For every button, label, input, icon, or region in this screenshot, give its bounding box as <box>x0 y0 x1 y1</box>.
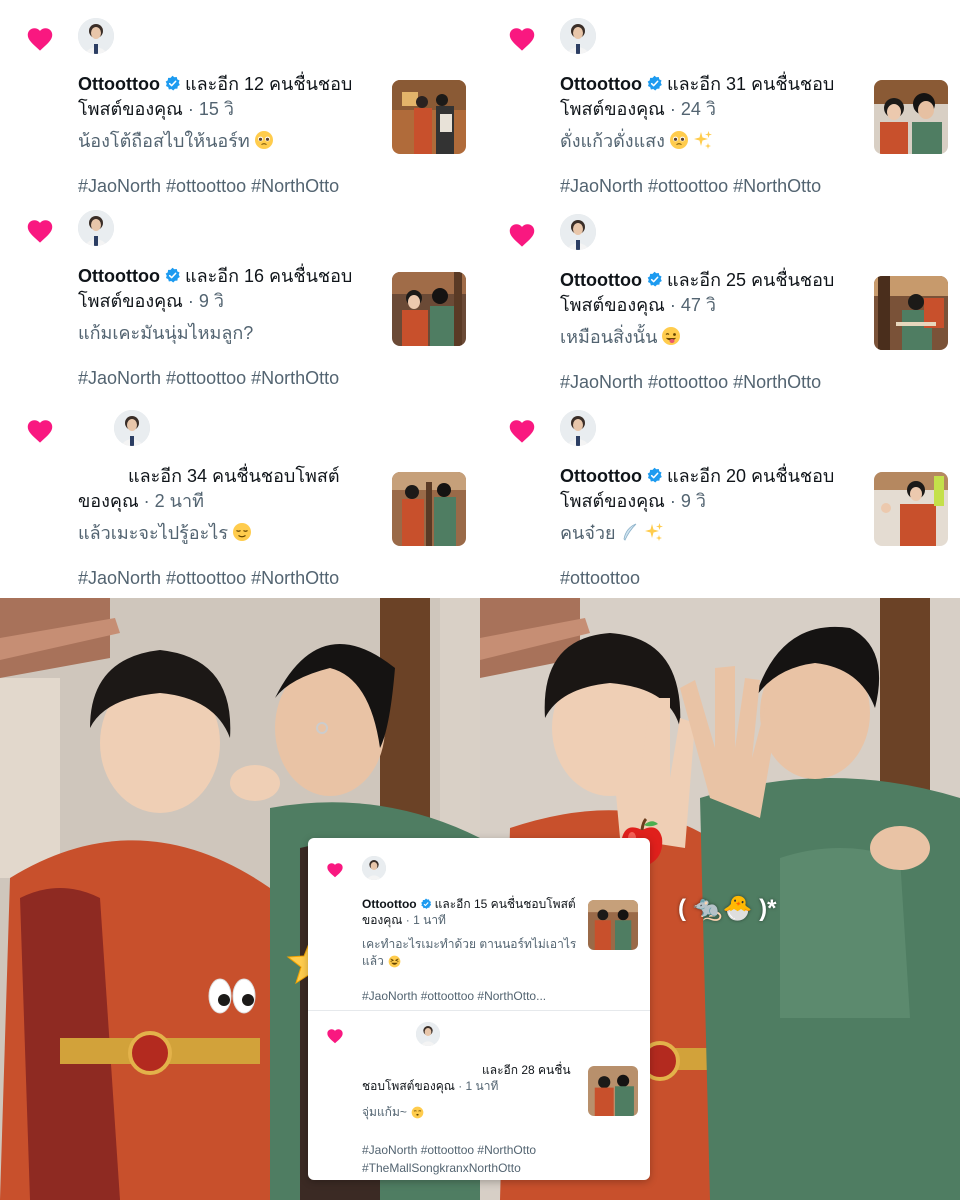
verified-badge-icon <box>647 75 662 91</box>
avatar[interactable] <box>78 18 114 54</box>
post-content: คนจ๋วย <box>560 520 844 546</box>
post-text: แก้มเคะมันนุ่มไหมลูก? <box>78 323 254 343</box>
user-name[interactable]: Ottoottoo <box>362 897 417 911</box>
hashtags[interactable]: #JaoNorth #ottoottoo #NorthOtto <box>78 368 460 389</box>
sparkles-icon <box>644 523 663 541</box>
heart-icon <box>509 28 535 51</box>
post-thumbnail[interactable] <box>588 1066 638 1116</box>
kissing-face-icon <box>411 1106 424 1119</box>
sparkles-icon <box>693 131 712 149</box>
notification-text: Ottoottoo และอีก 25 คนชื่นชอบโพสต์ของคุณ … <box>560 268 844 318</box>
notification-item[interactable]: และอีก 34 คนชื่นชอบโพสต์ของคุณ · 2 นาที … <box>0 392 480 589</box>
post-text: แล้วเมะจะไปรู้อะไร <box>78 523 228 543</box>
winking-tongue-icon <box>662 327 681 345</box>
hashtags[interactable]: #JaoNorth #ottoottoo #NorthOtto... <box>362 988 640 1005</box>
feather-icon <box>623 523 636 541</box>
relieved-face-icon <box>233 523 251 541</box>
hashtags[interactable]: #JaoNorth #ottoottoo #NorthOtto <box>78 568 460 589</box>
timestamp: · 15 วิ <box>182 99 234 119</box>
notification-item[interactable]: Ottoottoo และอีก 12 คนชื่นชอบโพสต์ของคุณ … <box>0 0 480 196</box>
timestamp: · 9 วิ <box>182 291 224 311</box>
post-content: ดั่งแก้วดั่งแสง <box>560 128 844 154</box>
timestamp: · 24 วิ <box>664 99 716 119</box>
post-content: แก้มเคะมันนุ่มไหมลูก? <box>78 320 362 346</box>
post-content: เคะทำอะไรเมะทำด้วย ตานนอร์ทไม่เอาไรแล้ว <box>362 936 586 970</box>
post-text: คนจ๋วย <box>560 523 616 543</box>
notification-item[interactable]: Ottoottoo และอีก 25 คนชื่นชอบโพสต์ของคุณ … <box>482 196 960 393</box>
avatar[interactable] <box>362 856 386 880</box>
post-thumbnail[interactable] <box>874 472 948 546</box>
like-text: และอีก 34 คนชื่นชอบโพสต์ของคุณ <box>78 466 340 511</box>
hashtags[interactable]: #JaoNorth #ottoottoo #NorthOtto <box>560 372 942 393</box>
timestamp: · 47 วิ <box>664 295 716 315</box>
post-content: เหมือนสิ่งนั้น <box>560 324 844 350</box>
timestamp: · 1 นาที <box>454 1079 499 1093</box>
heart-icon <box>509 224 535 247</box>
overlay-notification-card: Ottoottoo และอีก 15 คนชื่นชอบโพสต์ของคุณ … <box>308 838 650 1180</box>
post-content: น้องโต้ถือสไบให้นอร์ท <box>78 128 362 154</box>
avatar[interactable] <box>560 410 596 446</box>
hashtags[interactable]: #ottoottoo <box>560 568 942 589</box>
pleading-face-icon <box>669 131 688 149</box>
post-content: แล้วเมะจะไปรู้อะไร <box>78 520 362 546</box>
post-text: ดั่งแก้วดั่งแสง <box>560 131 665 151</box>
grinning-squinting-icon <box>388 955 401 968</box>
post-thumbnail[interactable] <box>874 276 948 350</box>
avatar[interactable] <box>78 210 114 246</box>
notification-text: Ottoottoo และอีก 31 คนชื่นชอบโพสต์ของคุณ … <box>560 72 844 122</box>
verified-badge-icon <box>647 271 662 287</box>
user-name[interactable]: Ottoottoo <box>78 74 160 94</box>
post-thumbnail[interactable] <box>392 472 466 546</box>
notification-text: Ottoottoo และอีก 20 คนชื่นชอบโพสต์ของคุณ … <box>560 464 844 514</box>
heart-icon <box>27 420 53 443</box>
user-name[interactable]: Ottoottoo <box>78 266 160 286</box>
post-text: เหมือนสิ่งนั้น <box>560 327 658 347</box>
heart-icon <box>509 420 535 443</box>
hashtags[interactable]: #JaoNorth #ottoottoo #NorthOtto <box>362 1142 640 1159</box>
post-thumbnail[interactable] <box>392 80 466 154</box>
notification-item[interactable]: Ottoottoo และอีก 20 คนชื่นชอบโพสต์ของคุณ … <box>482 392 960 589</box>
notification-item[interactable]: Ottoottoo และอีก 31 คนชื่นชอบโพสต์ของคุณ … <box>482 0 960 197</box>
notification-text: Ottoottoo และอีก 15 คนชื่นชอบโพสต์ของคุณ … <box>362 896 586 928</box>
mouse-chick-sticker: ( 🐀🐣 )* <box>678 895 777 922</box>
timestamp: · 9 วิ <box>664 491 706 511</box>
pleading-face-icon <box>254 131 273 149</box>
user-name[interactable]: Ottoottoo <box>560 270 642 290</box>
notification-text: Ottoottoo และอีก 12 คนชื่นชอบโพสต์ของคุณ … <box>78 72 362 122</box>
verified-badge-icon <box>165 75 180 91</box>
avatar[interactable] <box>560 18 596 54</box>
heart-icon <box>327 1029 343 1044</box>
notification-text: Ottoottoo และอีก 16 คนชื่นชอบโพสต์ของคุณ … <box>78 264 362 314</box>
user-name[interactable]: Ottoottoo <box>560 466 642 486</box>
user-name[interactable]: Ottoottoo <box>560 74 642 94</box>
notification-item[interactable]: และอีก 28 คนชื่นชอบโพสต์ของคุณ · 1 นาที … <box>308 1012 650 1180</box>
notification-text: และอีก 28 คนชื่นชอบโพสต์ของคุณ · 1 นาที <box>362 1062 586 1094</box>
hashtags[interactable]: #JaoNorth #ottoottoo #NorthOtto <box>560 176 942 197</box>
notification-text: และอีก 34 คนชื่นชอบโพสต์ของคุณ · 2 นาที <box>78 464 362 514</box>
post-thumbnail[interactable] <box>874 80 948 154</box>
post-content: จุ่มแก้ม~ <box>362 1104 586 1121</box>
heart-icon <box>327 863 343 878</box>
post-thumbnail[interactable] <box>392 272 466 346</box>
divider <box>308 1010 650 1011</box>
post-thumbnail[interactable] <box>588 900 638 950</box>
heart-icon <box>27 220 53 243</box>
notification-item[interactable]: Ottoottoo และอีก 15 คนชื่นชอบโพสต์ของคุณ … <box>308 838 650 1008</box>
verified-badge-icon <box>165 267 180 283</box>
hashtags[interactable]: #TheMallSongkranxNorthOtto <box>362 1160 640 1177</box>
verified-badge-icon <box>420 898 431 909</box>
timestamp: · 1 นาที <box>402 913 446 927</box>
notifications-grid: Ottoottoo และอีก 12 คนชื่นชอบโพสต์ของคุณ … <box>0 0 960 598</box>
eyes-icon <box>208 978 256 1014</box>
post-text: น้องโต้ถือสไบให้นอร์ท <box>78 131 250 151</box>
avatar[interactable] <box>560 214 596 250</box>
notification-item[interactable]: Ottoottoo และอีก 16 คนชื่นชอบโพสต์ของคุณ … <box>0 192 480 389</box>
verified-badge-icon <box>647 467 662 483</box>
avatar[interactable] <box>416 1022 440 1046</box>
timestamp: · 2 นาที <box>138 491 204 511</box>
heart-icon <box>27 28 53 51</box>
post-text: จุ่มแก้ม~ <box>362 1105 407 1119</box>
avatar[interactable] <box>114 410 150 446</box>
